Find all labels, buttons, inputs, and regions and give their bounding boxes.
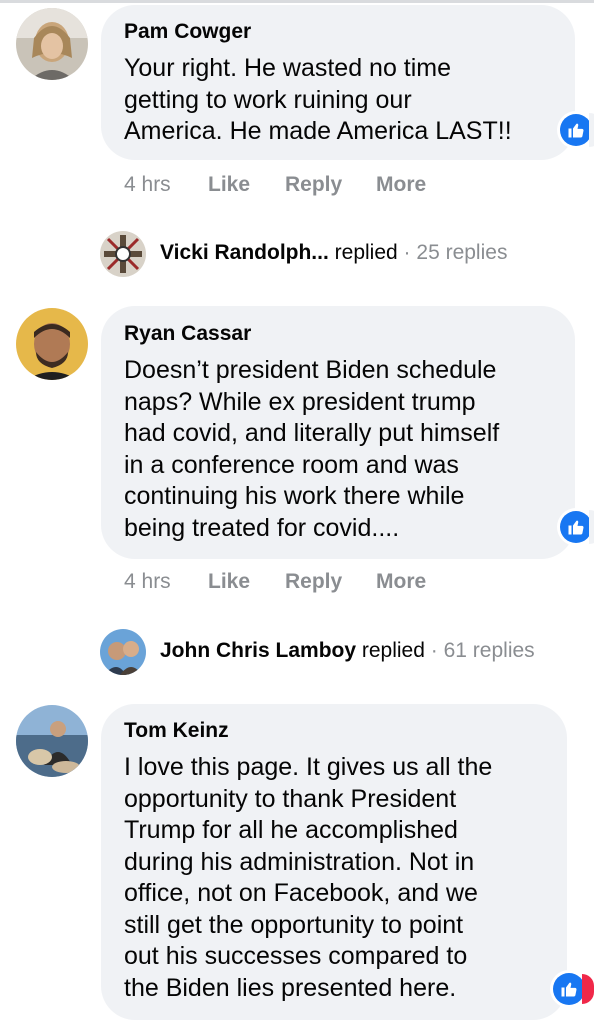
comment-author[interactable]: Pam Cowger [124, 20, 251, 44]
avatar-pam-cowger[interactable] [16, 8, 88, 80]
avatar-photo [16, 308, 88, 380]
comment-actions: 4 hrs Like Reply More [124, 173, 484, 199]
avatar-photo [100, 629, 146, 675]
reply-count[interactable]: 61 replies [444, 639, 535, 662]
separator-dot: · [430, 639, 438, 662]
comment-text-line: still get the opportunity to point [124, 910, 464, 939]
comment-text-line: out his successes compared to [124, 942, 468, 970]
like-button[interactable]: Like [208, 173, 250, 197]
haha-reaction-icon [582, 974, 594, 1004]
comment-bubble[interactable]: Pam Cowger Your right. He wasted no time… [101, 5, 575, 160]
thumbs-up-reaction-icon [560, 114, 592, 146]
comment-text-line: getting to work ruining our [124, 85, 412, 114]
comment-text-line: the Biden lies presented here. [124, 973, 457, 1002]
comment-text-line: naps? While ex president trump [124, 387, 476, 416]
comment-text-line: Trump for all he accomplished [124, 816, 458, 844]
reply-author[interactable]: John Chris Lamboy [160, 639, 356, 662]
comment-text-line: opportunity to thank President [124, 784, 457, 813]
reaction-stack-edge [589, 510, 594, 544]
more-button[interactable]: More [376, 570, 426, 594]
thumbs-up-reaction-icon [560, 511, 592, 543]
avatar-tom-keinz[interactable] [16, 705, 88, 777]
comment-bubble[interactable]: Tom Keinz I love this page. It gives us … [101, 704, 567, 1020]
comment-text: I love this page. It gives us all the op… [124, 752, 492, 1004]
view-replies-link[interactable]: John Chris Lamboy replied · 61 replies [160, 639, 535, 663]
comment-author[interactable]: Ryan Cassar [124, 322, 251, 346]
thumbs-up-reaction-icon [553, 973, 585, 1005]
more-button[interactable]: More [376, 173, 426, 197]
comment-timestamp[interactable]: 4 hrs [124, 173, 171, 197]
view-replies-link[interactable]: Vicki Randolph... replied · 25 replies [160, 241, 507, 265]
reply-count[interactable]: 25 replies [416, 241, 507, 264]
avatar-ryan-cassar[interactable] [16, 308, 88, 380]
avatar-photo [100, 231, 146, 277]
comment-text: Doesn’t president Biden schedule naps? W… [124, 355, 499, 544]
separator-dot: · [403, 241, 411, 264]
reaction-stack-edge [589, 113, 594, 147]
comment-text: Your right. He wasted no time getting to… [124, 53, 512, 148]
comment-text-line: continuing his work there while [124, 482, 465, 510]
reply-author[interactable]: Vicki Randolph... [160, 241, 329, 264]
reply-verb: replied [361, 639, 425, 662]
comment-text-line: had covid, and literally put himself [124, 419, 500, 447]
comment-text-line: I love this page. It gives us all the [124, 753, 493, 781]
comment-text-line: Doesn’t president Biden schedule [124, 356, 497, 384]
reply-button[interactable]: Reply [285, 173, 342, 197]
comment-actions: 4 hrs Like Reply More [124, 570, 484, 596]
reply-verb: replied [334, 241, 398, 264]
avatar-vicki-randolph[interactable] [100, 231, 146, 277]
like-button[interactable]: Like [208, 570, 250, 594]
comment-text-line: in a conference room and was [124, 450, 459, 479]
reply-button[interactable]: Reply [285, 570, 342, 594]
avatar-photo [16, 8, 88, 80]
comment-text-line: being treated for covid.... [124, 513, 400, 542]
comment-text-line: during his administration. Not in [124, 847, 475, 876]
avatar-john-chris-lamboy[interactable] [100, 629, 146, 675]
comment-text-line: office, not on Facebook, and we [124, 879, 478, 907]
comment-bubble[interactable]: Ryan Cassar Doesn’t president Biden sche… [101, 306, 575, 559]
comment-author[interactable]: Tom Keinz [124, 719, 229, 743]
top-divider [0, 0, 594, 3]
comment-text-line: Your right. He wasted no time [124, 54, 452, 82]
avatar-photo [16, 705, 88, 777]
comment-timestamp[interactable]: 4 hrs [124, 570, 171, 594]
comment-text-line: America. He made America LAST!! [124, 117, 512, 145]
